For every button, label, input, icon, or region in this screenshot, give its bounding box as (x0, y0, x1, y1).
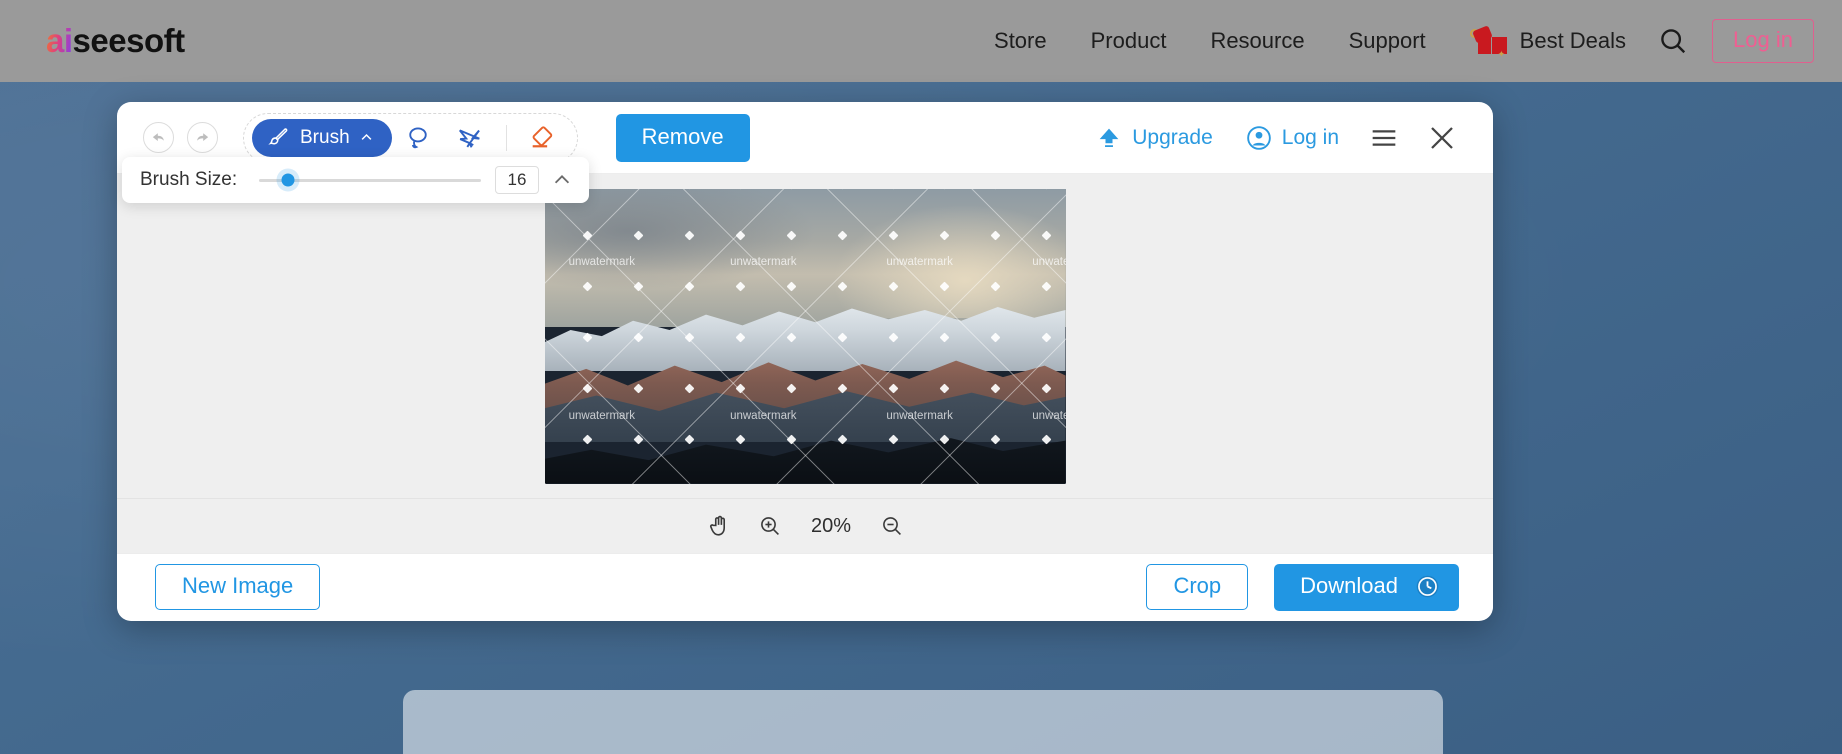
watermark-remover-modal: Brush Remove Upgrade Log in Brush Size: … (117, 102, 1493, 621)
hamburger-menu-icon (1372, 129, 1396, 146)
nav-item-store[interactable]: Store (972, 28, 1069, 54)
watermark-label: unwatermark (1032, 409, 1065, 422)
nav-item-support[interactable]: Support (1327, 28, 1448, 54)
undo-arrow-icon (152, 133, 164, 142)
tool-brush-label: Brush (300, 126, 350, 148)
brush-panel-collapse-button[interactable] (539, 169, 577, 191)
nav-item-best-deals[interactable]: ✦ Best Deals (1448, 25, 1642, 59)
editor-footer: New Image Crop Download (117, 553, 1493, 620)
watermark-label: unwatermark (568, 409, 636, 422)
download-button[interactable]: Download (1274, 563, 1459, 611)
search-button[interactable] (1642, 26, 1706, 56)
brush-size-label: Brush Size: (140, 169, 238, 190)
nav-item-product[interactable]: Product (1069, 28, 1189, 54)
nav-item-resource[interactable]: Resource (1188, 28, 1326, 54)
brush-size-slider[interactable] (259, 171, 481, 189)
main-navigation: Store Product Resource Support ✦ Best De… (972, 19, 1842, 63)
image-preview[interactable]: unwatermark unwatermark unwatermark unwater… (544, 188, 1066, 484)
chevron-up-icon (554, 175, 570, 184)
upload-arrow-icon (1099, 128, 1119, 147)
redo-arrow-icon (197, 133, 209, 142)
chevron-up-icon (361, 133, 372, 140)
toolbar-divider (505, 124, 507, 151)
zoom-in-button[interactable] (758, 514, 782, 538)
gift-icon: ✦ (1468, 25, 1512, 59)
site-logo[interactable]: ai seesoft (46, 22, 185, 60)
brush-size-panel: Brush Size: 16 (122, 157, 589, 203)
site-header: ai seesoft Store Product Resource Support… (0, 0, 1842, 82)
zoom-out-icon (883, 517, 901, 535)
remove-button[interactable]: Remove (615, 113, 750, 162)
polygon-lasso-icon (459, 129, 480, 148)
zoom-in-icon (761, 517, 779, 535)
paintbrush-icon (268, 128, 288, 145)
eraser-icon (532, 126, 553, 148)
menu-button[interactable] (1355, 122, 1413, 154)
tool-group: Brush (243, 112, 578, 163)
watermark-label: unwatermark (886, 256, 953, 269)
tool-eraser[interactable] (517, 118, 569, 158)
editor-canvas[interactable]: unwatermark unwatermark unwatermark unwater… (117, 173, 1493, 498)
clock-icon (1416, 575, 1439, 597)
zoom-level-value: 20% (810, 514, 852, 537)
user-circle-icon (1246, 125, 1271, 150)
redo-button[interactable] (187, 122, 218, 153)
logo-ai-text: ai (46, 22, 73, 59)
watermark-label: unwatermark (730, 256, 797, 269)
watermark-label: unwatermark (886, 409, 953, 422)
close-x-icon (1431, 126, 1453, 149)
best-deals-label: Best Deals (1519, 28, 1627, 53)
download-label: Download (1300, 573, 1398, 598)
tool-polygon-lasso[interactable] (444, 118, 496, 158)
editor-login-button[interactable]: Log in (1229, 124, 1355, 152)
watermark-label: unwatermark (568, 256, 636, 269)
upgrade-button[interactable]: Upgrade (1079, 124, 1229, 152)
new-image-button[interactable]: New Image (155, 564, 321, 610)
toolbar-right-group: Upgrade Log in (1079, 122, 1471, 154)
close-button[interactable] (1413, 122, 1471, 154)
header-login-button[interactable]: Log in (1712, 19, 1814, 63)
search-icon (1661, 29, 1686, 54)
zoom-out-button[interactable] (880, 514, 904, 538)
watermark-label: unwatermark (730, 409, 797, 422)
undo-button[interactable] (143, 122, 174, 153)
tool-lasso[interactable] (392, 118, 444, 158)
crop-button[interactable]: Crop (1146, 564, 1249, 610)
watermark-label: unwatermark (1032, 256, 1065, 269)
pan-tool-button[interactable] (706, 513, 732, 539)
photo-cloud-left (544, 188, 832, 295)
slider-knob[interactable] (281, 173, 295, 187)
lasso-icon (408, 126, 427, 148)
upgrade-label: Upgrade (1132, 125, 1213, 149)
brush-size-value[interactable]: 16 (495, 166, 539, 194)
editor-login-label: Log in (1281, 125, 1339, 149)
footer-right-group: Crop Download (1146, 563, 1459, 611)
editor-toolbar: Brush Remove Upgrade Log in Brush Size: … (117, 102, 1493, 203)
tool-brush[interactable]: Brush (252, 118, 392, 157)
logo-seesoft-text: seesoft (72, 22, 186, 59)
hand-pan-icon (710, 515, 726, 536)
zoom-toolbar: 20% (117, 498, 1493, 553)
background-card (403, 690, 1443, 754)
